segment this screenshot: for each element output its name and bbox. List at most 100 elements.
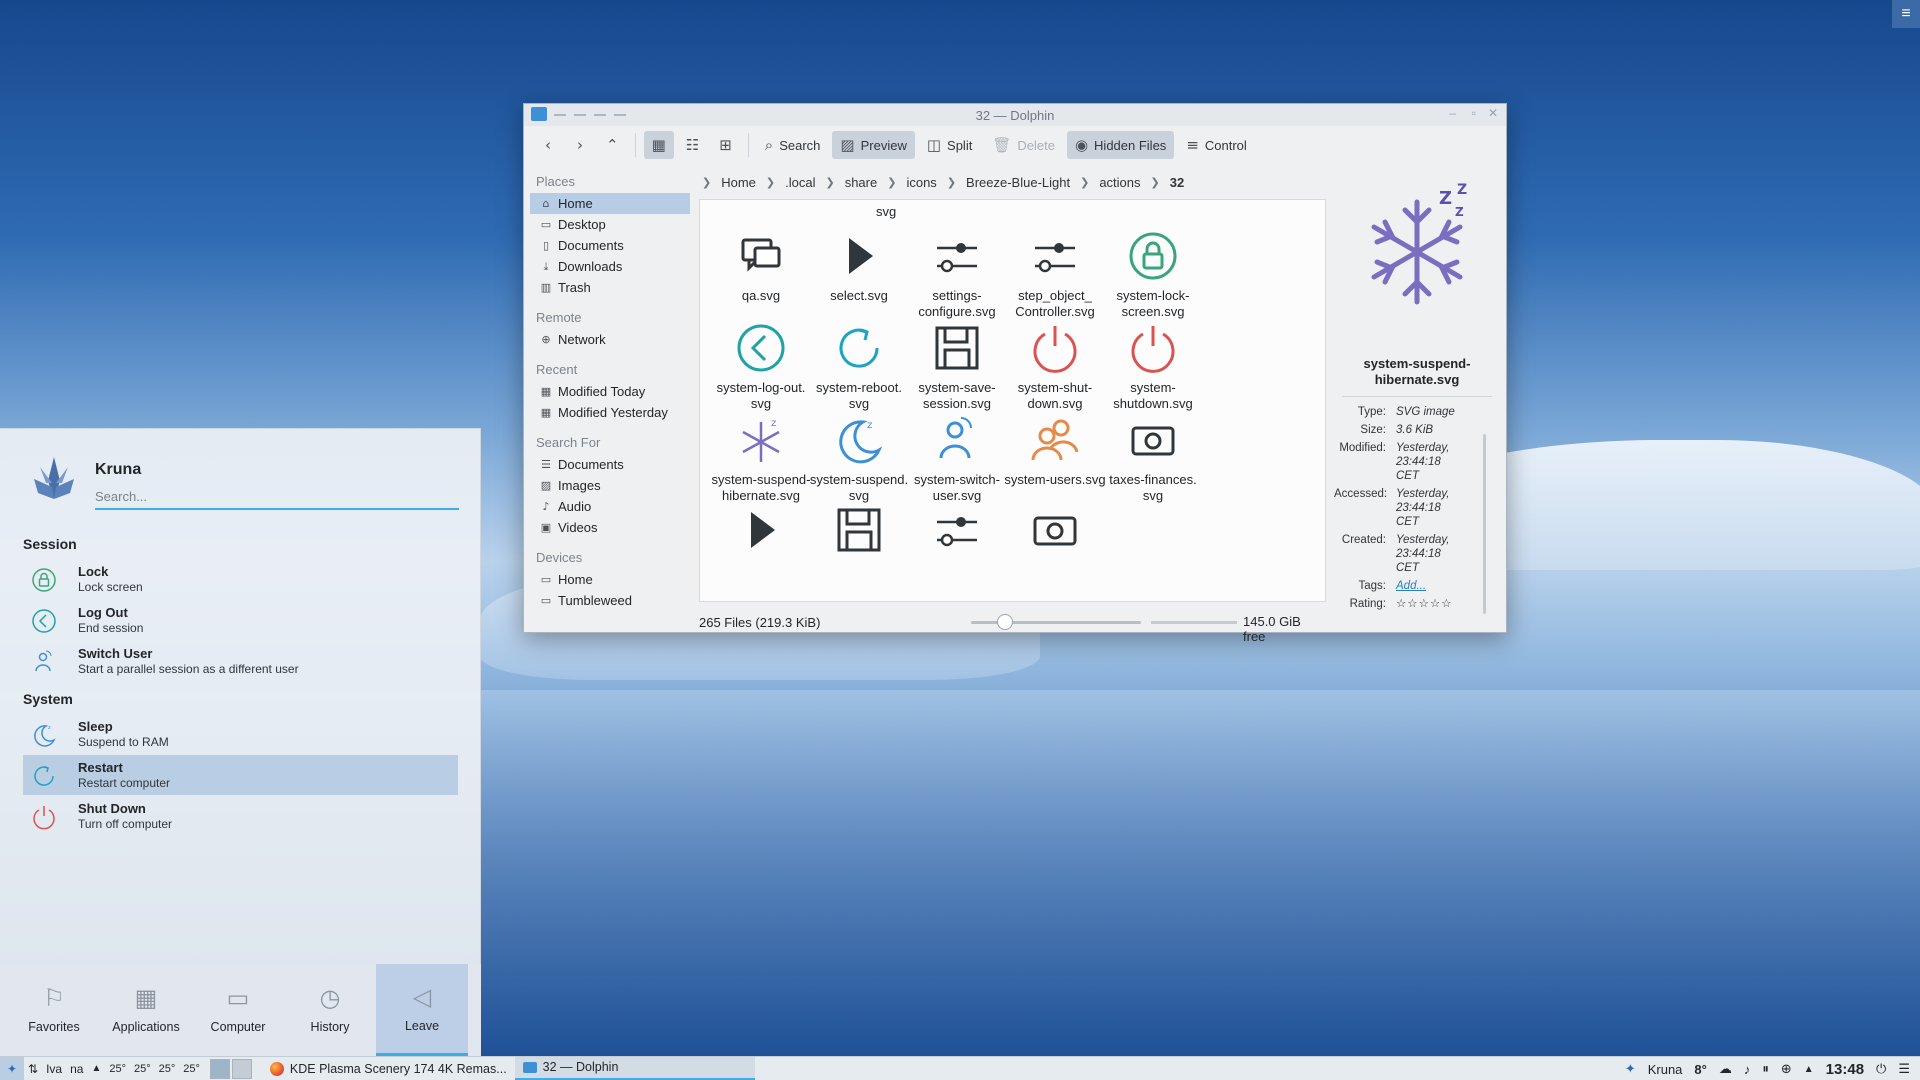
place-network[interactable]: ⊕ Network — [530, 329, 690, 350]
icons-view-button[interactable]: ▦ — [643, 131, 674, 159]
crumb-current[interactable]: 32 — [1170, 175, 1184, 190]
place-desktop[interactable]: ▭ Desktop — [530, 214, 690, 235]
metadata-key: Rating: — [1349, 598, 1386, 610]
add-tags-link[interactable]: Add... — [1396, 579, 1484, 593]
clock[interactable]: 13:48 — [1826, 1061, 1864, 1078]
place-modified-today[interactable]: ▦ Modified Today — [530, 381, 690, 402]
crumb-theme[interactable]: Breeze-Blue-Light — [966, 175, 1070, 190]
tab-history[interactable]: ◷ History — [284, 964, 376, 1056]
device-tumbleweed[interactable]: ▭ Tumbleweed — [530, 590, 690, 611]
system-tray: ✦ Kruna 8° ☁ ♪ ⏸ ⊕ ▲ 13:48 ⏻ ☰ — [1625, 1057, 1920, 1080]
file-grid[interactable]: svg qa.svg select.svg settings- configure.… — [699, 199, 1326, 602]
search-videos[interactable]: ▣ Videos — [530, 517, 690, 538]
place-home[interactable]: ⌂ Home — [530, 193, 690, 214]
session-item-lock[interactable]: Lock Lock screen — [23, 559, 458, 599]
info-scrollbar[interactable] — [1483, 434, 1486, 614]
session-item-log-out[interactable]: Log Out End session — [23, 600, 458, 640]
search-images[interactable]: ▨ Images — [530, 475, 690, 496]
crumb-icons[interactable]: icons — [906, 175, 936, 190]
tab-computer[interactable]: ▭ Computer — [192, 964, 284, 1056]
back-button[interactable]: ‹ — [534, 131, 562, 159]
document-icon: ▯ — [542, 239, 550, 252]
task-dolphin[interactable]: 32 — Dolphin — [514, 1056, 755, 1080]
file-item[interactable]: taxes-finances. svg — [1094, 414, 1212, 504]
virtual-desktop-pager[interactable] — [209, 1058, 252, 1079]
session-item-switch-user[interactable]: Switch User Start a parallel session as a… — [23, 641, 458, 681]
file-item[interactable]: system- shutdown.svg — [1094, 322, 1212, 412]
system-item-restart[interactable]: Restart Restart computer — [23, 755, 458, 795]
place-documents[interactable]: ▯ Documents — [530, 235, 690, 256]
crumb-local[interactable]: .local — [785, 175, 815, 190]
system-header: System — [23, 691, 73, 707]
details-view-button[interactable]: ⊞ — [711, 131, 740, 159]
place-trash[interactable]: ▥ Trash — [530, 277, 690, 298]
tab-leave[interactable]: ◁ Leave — [376, 964, 468, 1056]
crumb-home[interactable]: Home — [721, 175, 756, 190]
search-documents[interactable]: ☰ Documents — [530, 454, 690, 475]
logo-icon — [34, 457, 74, 499]
crumb-share[interactable]: share — [845, 175, 878, 190]
place-modified-yesterday[interactable]: ▦ Modified Yesterday — [530, 402, 690, 423]
metadata-list: Type: SVG image Size: 3.6 KiB Modified: Yeste… — [1334, 405, 1500, 611]
crumb-actions[interactable]: actions — [1099, 175, 1140, 190]
tray-expand-icon[interactable]: ▲ — [1804, 1064, 1814, 1075]
hamburger-icon: ≡ — [1186, 136, 1199, 154]
hidden-files-button[interactable]: ◉ Hidden Files — [1066, 131, 1175, 159]
metadata-row: Rating: ☆☆☆☆☆ — [1334, 597, 1500, 611]
zoom-slider-handle[interactable] — [997, 614, 1013, 630]
close-icon[interactable]: ✕ — [1488, 106, 1498, 120]
network-icon: ⊕ — [541, 333, 551, 346]
search-button[interactable]: ⌕ Search — [757, 131, 829, 159]
preview-button[interactable]: ▨ Preview — [832, 131, 915, 159]
device-home[interactable]: ▭ Home — [530, 569, 690, 590]
chevron-up-icon[interactable]: ▲ — [87, 1057, 105, 1080]
system-item-shut-down[interactable]: Shut Down Turn off computer — [23, 796, 458, 836]
video-icon: ▣ — [540, 521, 552, 534]
media-pause-icon[interactable]: ⏸ — [1762, 1061, 1769, 1077]
toolbar: ‹ › ⌃ ▦ ☷ ⊞ ⌕ Search ▨ Preview ◫ Split 🗑 Del… — [524, 126, 1506, 164]
show-desktop-icon[interactable]: ☰ — [1898, 1061, 1910, 1077]
tab-favorites[interactable]: ⚐ Favorites — [8, 964, 100, 1056]
metadata-key: Accessed: — [1334, 488, 1388, 500]
delete-button[interactable]: 🗑 Delete — [984, 131, 1063, 159]
tab-applications[interactable]: ▦ Applications — [100, 964, 192, 1056]
rating-stars[interactable]: ☆☆☆☆☆ — [1396, 597, 1484, 611]
place-downloads[interactable]: ⤓ Downloads — [530, 256, 690, 277]
cloud-icon[interactable]: ☁ — [1719, 1061, 1732, 1077]
item-subtitle: Suspend to RAM — [78, 735, 169, 749]
launcher-search-input[interactable]: Search... — [95, 486, 459, 510]
file-item[interactable]: system-lock- screen.svg — [1094, 230, 1212, 320]
volume-icon[interactable]: ♪ — [1744, 1062, 1751, 1077]
log-out-icon: ◁ — [412, 982, 432, 1011]
network-widget-icon[interactable]: ⇅ — [24, 1057, 42, 1080]
file-name: taxes-finances. svg — [1109, 472, 1197, 503]
maximize-icon[interactable]: ▫ — [1472, 106, 1476, 120]
compact-view-button[interactable]: ☷ — [678, 131, 707, 159]
desktop-menu-icon[interactable]: ≡ — [1892, 0, 1920, 28]
widget-iva[interactable]: Iva — [42, 1057, 66, 1080]
search-audio[interactable]: ♪ Audio — [530, 496, 690, 517]
moon-icon: z — [839, 420, 883, 464]
power-icon[interactable]: ⏻ — [1876, 1061, 1886, 1077]
minimize-icon[interactable]: – — [1449, 106, 1456, 120]
metadata-row: Type: SVG image — [1334, 405, 1500, 419]
tray-user[interactable]: Kruna — [1648, 1062, 1683, 1077]
up-button[interactable]: ⌃ — [598, 131, 627, 159]
weather[interactable]: 8° — [1694, 1062, 1706, 1077]
forward-button[interactable]: › — [566, 131, 594, 159]
updates-icon[interactable]: ⊕ — [1781, 1061, 1792, 1077]
launcher-tabs: ⚐ Favorites ▦ Applications ▭ Computer ◷ Hist… — [0, 964, 481, 1056]
launcher-button[interactable]: ✦ — [0, 1056, 24, 1080]
temp-1: 25° — [109, 1062, 126, 1075]
system-item-sleep[interactable]: z Sleep Suspend to RAM — [23, 714, 458, 754]
window-titlebar[interactable]: 32 — Dolphin – ▫ ✕ — [524, 104, 1506, 126]
metadata-key: Type: — [1357, 406, 1386, 418]
tray-kde-icon[interactable]: ✦ — [1625, 1061, 1636, 1077]
task-firefox[interactable]: KDE Plasma Scenery 174 4K Remas... — [262, 1057, 515, 1080]
metadata-row: Tags: Add... — [1334, 579, 1500, 593]
control-button[interactable]: ≡ Control — [1178, 131, 1255, 159]
split-button[interactable]: ◫ Split — [919, 131, 980, 159]
widget-na[interactable]: na — [66, 1057, 87, 1080]
file-item-partial[interactable] — [996, 504, 1114, 562]
free-space-bar — [1151, 621, 1237, 624]
